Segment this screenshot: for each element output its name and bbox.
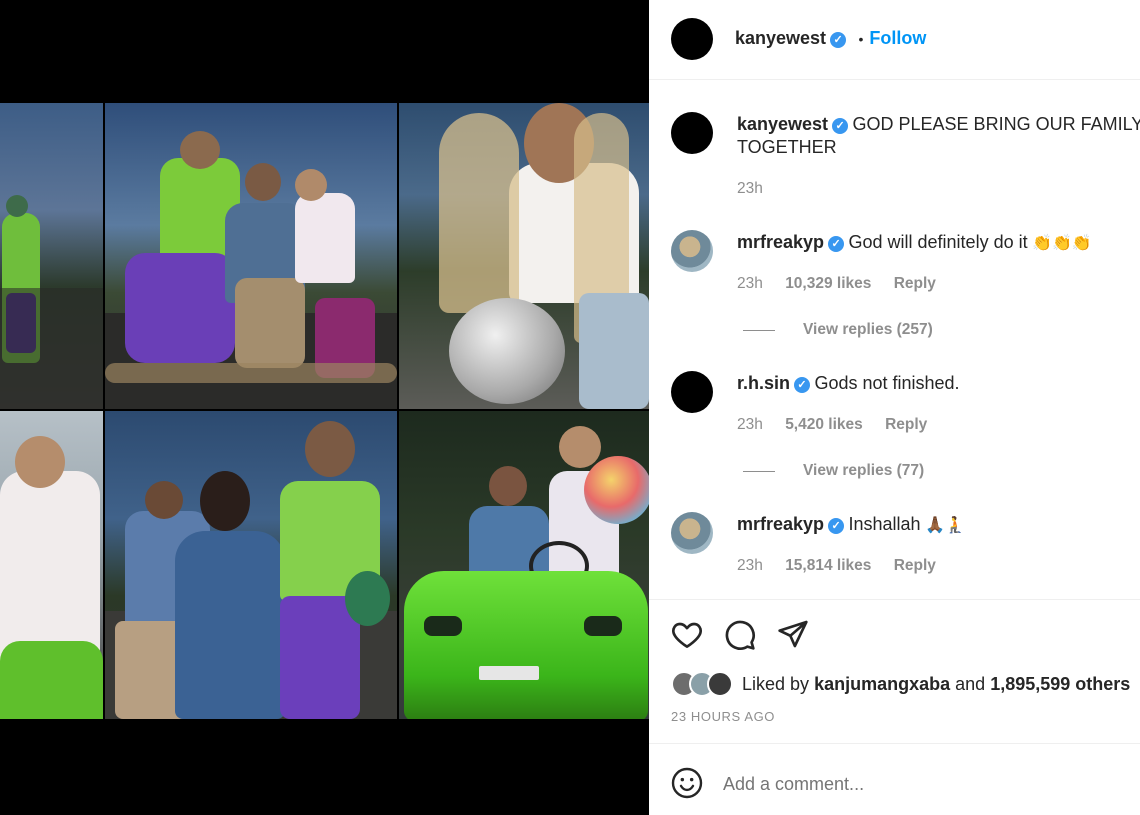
- photo-tile: [399, 411, 649, 719]
- comment-text: God will definitely do it: [848, 232, 1028, 252]
- paper-plane-icon[interactable]: [777, 619, 809, 649]
- liked-by-user[interactable]: kanjumangxaba: [814, 674, 950, 694]
- post-media[interactable]: [0, 0, 649, 815]
- view-replies-button[interactable]: View replies (77): [743, 462, 924, 480]
- caption-time: 23h: [737, 180, 763, 197]
- post-details-panel: kanyewest ✓ • Follow kanyewest ✓ GOD PLEASE…: [649, 0, 1140, 815]
- post-header: kanyewest ✓ • Follow: [735, 28, 926, 49]
- caption-text: GOD PLEASE BRING OUR FAMILY: [852, 114, 1140, 134]
- caption-username[interactable]: kanyewest: [737, 114, 828, 134]
- photo-tile: [399, 103, 649, 409]
- comment-box-divider: [649, 743, 1140, 744]
- photo-collage: [0, 103, 649, 719]
- view-replies-label: View replies (257): [803, 321, 933, 338]
- caption-author-avatar[interactable]: [671, 112, 713, 154]
- comment-likes[interactable]: 10,329 likes: [785, 275, 871, 292]
- caption-meta: 23h: [737, 180, 781, 198]
- comment-text: Inshallah: [848, 514, 921, 534]
- comment-likes[interactable]: 15,814 likes: [785, 557, 871, 574]
- follow-button[interactable]: Follow: [869, 28, 926, 48]
- reply-button[interactable]: Reply: [894, 275, 936, 292]
- verified-badge-icon: ✓: [830, 32, 847, 48]
- clap-emoji: 👏👏👏: [1032, 235, 1092, 252]
- comment-meta: 23h 15,814 likes Reply: [737, 557, 954, 575]
- verified-badge-icon: ✓: [828, 236, 845, 252]
- heart-icon[interactable]: [671, 619, 703, 649]
- author-avatar[interactable]: [671, 18, 713, 60]
- verified-badge-icon: ✓: [832, 118, 849, 134]
- likes-summary: Liked by kanjumangxaba and 1,895,599 oth…: [742, 674, 1130, 695]
- comment-icon[interactable]: [724, 619, 756, 651]
- comment-meta: 23h 5,420 likes Reply: [737, 416, 945, 434]
- photo-tile: [105, 103, 397, 409]
- header-dot: •: [858, 31, 864, 47]
- smiley-icon[interactable]: [671, 767, 703, 799]
- comment-item: mrfreakyp ✓ Inshallah 🙏🏾🧎: [737, 514, 965, 535]
- photo-tile: [0, 411, 103, 719]
- comment-username[interactable]: mrfreakyp: [737, 514, 824, 534]
- commenter-avatar[interactable]: [671, 512, 713, 554]
- photo-tile: [105, 411, 397, 719]
- prayer-emoji: 🙏🏾🧎: [925, 517, 965, 534]
- likes-and: and: [955, 674, 986, 694]
- comment-meta: 23h 10,329 likes Reply: [737, 275, 954, 293]
- likes-prefix: Liked by: [742, 674, 810, 694]
- commenter-avatar[interactable]: [671, 230, 713, 272]
- view-replies-button[interactable]: View replies (257): [743, 321, 933, 339]
- photo-tile: [0, 103, 103, 409]
- comment-username[interactable]: mrfreakyp: [737, 232, 824, 252]
- likes-count[interactable]: 1,895,599 others: [990, 674, 1130, 694]
- comment-time: 23h: [737, 416, 763, 433]
- caption-text-line2: TOGETHER: [737, 137, 837, 157]
- post-timestamp: 23 HOURS AGO: [671, 709, 776, 724]
- liker-avatars[interactable]: [671, 671, 733, 699]
- header-divider: [649, 79, 1140, 80]
- reply-button[interactable]: Reply: [894, 557, 936, 574]
- commenter-avatar[interactable]: [671, 371, 713, 413]
- verified-badge-icon: ✓: [828, 518, 845, 534]
- reply-button[interactable]: Reply: [885, 416, 927, 433]
- author-username[interactable]: kanyewest: [735, 28, 826, 48]
- verified-badge-icon: ✓: [794, 377, 811, 393]
- comments-divider: [649, 599, 1140, 600]
- comment-time: 23h: [737, 557, 763, 574]
- comment-input[interactable]: [723, 770, 1123, 798]
- comment-time: 23h: [737, 275, 763, 292]
- replies-line: [743, 329, 775, 331]
- view-replies-label: View replies (77): [803, 462, 925, 479]
- liker-avatar: [707, 671, 733, 697]
- comment-text: Gods not finished.: [814, 373, 960, 393]
- comment-likes[interactable]: 5,420 likes: [785, 416, 863, 433]
- comment-item: r.h.sin ✓ Gods not finished.: [737, 373, 960, 394]
- comment-item: mrfreakyp ✓ God will definitely do it 👏👏👏: [737, 232, 1092, 253]
- comment-username[interactable]: r.h.sin: [737, 373, 790, 393]
- caption: kanyewest ✓ GOD PLEASE BRING OUR FAMILY T…: [737, 114, 1140, 158]
- replies-line: [743, 470, 775, 472]
